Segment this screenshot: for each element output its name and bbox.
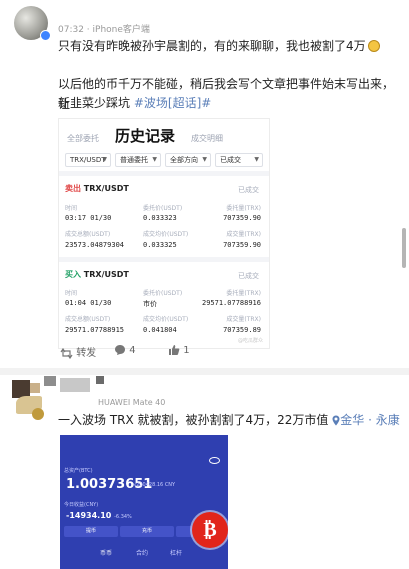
comment-icon [115, 345, 125, 355]
order-value: 29571.07788915 [65, 326, 125, 334]
order-value: 23573.04879304 [65, 241, 125, 249]
order-label: 委托量(TRX) [226, 205, 261, 212]
order-value: 0.041804 [143, 326, 177, 334]
filter-pair: TRX/USDT ▼ [65, 153, 111, 167]
order-value: 707359.89 [223, 326, 261, 334]
post-meta-device: HUAWEI Mate 40 [98, 398, 166, 407]
order-status: 已成交 [238, 272, 259, 280]
repost-icon [60, 347, 73, 359]
nav-spot: 币币 [100, 550, 113, 557]
order-value: 29571.07788916 [201, 299, 261, 307]
username-blurred [96, 376, 104, 384]
history-tabs: 全部委托 历史记录 成交明细 [59, 125, 269, 151]
username-blurred [60, 378, 90, 392]
tab-fills: 成交明细 [191, 134, 223, 143]
comment-button[interactable]: 4 [114, 344, 136, 356]
order-value: 市价 [143, 300, 157, 308]
filter-status: 已成交 ▼ [215, 153, 263, 167]
emoji-icon [367, 40, 380, 52]
order-value: 01:04 01/30 [65, 299, 112, 307]
divider [59, 171, 269, 176]
avatar-mosaic [32, 408, 44, 420]
scrollbar[interactable] [402, 228, 406, 268]
order-label: 成交量(TRX) [226, 231, 261, 238]
order-side-sell: 卖出 [65, 184, 81, 193]
order-label: 成交总额(USDT) [65, 231, 111, 238]
order-label: 成交量(TRX) [226, 316, 261, 323]
topic-link[interactable]: #波场[超话]# [134, 96, 211, 110]
pnl-value: -14934.10 -6.34% [66, 511, 132, 520]
order-title: 买入 TRX/USDT [65, 270, 129, 279]
location-link[interactable]: 金华 · 永康 [332, 413, 400, 427]
tab-history: 历史记录 [115, 127, 176, 145]
balance-label: 总资产(BTC) [64, 468, 93, 474]
order-value: 707359.90 [223, 214, 261, 222]
order-side-buy: 买入 [65, 270, 81, 279]
order-label: 成交均价(USDT) [143, 231, 189, 238]
watermark: @吃瓜群众 [237, 338, 263, 344]
order-label: 成交均价(USDT) [143, 316, 189, 323]
order-label: 委托价(USDT) [143, 290, 183, 297]
order-value: 707359.90 [223, 241, 261, 249]
order-value: 03:17 01/30 [65, 214, 112, 222]
order-label: 成交总额(USDT) [65, 316, 111, 323]
post-meta: 07:32 · iPhone客户端 [58, 25, 150, 35]
avatar-mosaic [30, 383, 40, 393]
tab-all-orders: 全部委托 [67, 134, 99, 143]
order-title: 卖出 TRX/USDT [65, 184, 129, 193]
pnl-label: 今日收益(CNY) [64, 502, 99, 508]
like-button[interactable]: 1 [168, 344, 190, 356]
nav-futures: 合约 [136, 550, 149, 557]
avatar-mosaic [44, 376, 56, 386]
thumbs-up-icon [169, 345, 180, 355]
divider [59, 257, 269, 262]
trade-history-screenshot[interactable]: 全部委托 历史记录 成交明细 TRX/USDT ▼ 普通委托 ▼ 全部方向 ▼ 已成交… [58, 118, 270, 349]
bitcoin-logo-icon: ₿ [192, 512, 228, 548]
post-text-line-3: 新韭菜少踩坑 #波场[超话]# [58, 96, 212, 110]
nav-margin: 杠杆 [170, 550, 183, 557]
withdraw-button: 提币 [64, 526, 118, 537]
filter-order-type: 普通委托 ▼ [115, 153, 161, 167]
order-label: 委托量(TRX) [226, 290, 261, 297]
order-status: 已成交 [238, 186, 259, 194]
post-text-line-1: 只有没有昨晚被孙宇晨割的，有的来聊聊，我也被割了4万 [58, 36, 403, 56]
order-label: 委托价(USDT) [143, 205, 183, 212]
post-divider [0, 368, 409, 375]
order-label: 时间 [65, 205, 78, 212]
filter-direction: 全部方向 ▼ [165, 153, 211, 167]
repost-button[interactable]: 转发 [60, 344, 96, 359]
wallet-screenshot[interactable]: 总资产(BTC) 1.00373651 ≈220428.16 CNY 今日收益(… [60, 435, 228, 569]
verified-badge-icon [40, 30, 51, 41]
post-2-text: 一入波场 TRX 就被割，被孙割割了4万，22万市值 金华 · 永康 [58, 413, 400, 427]
order-value: 0.033323 [143, 214, 177, 222]
balance-fiat: ≈220428.16 CNY [132, 482, 176, 488]
deposit-button: 充币 [120, 526, 174, 537]
order-value: 0.033325 [143, 241, 177, 249]
eye-icon [209, 457, 220, 464]
order-label: 时间 [65, 290, 78, 297]
